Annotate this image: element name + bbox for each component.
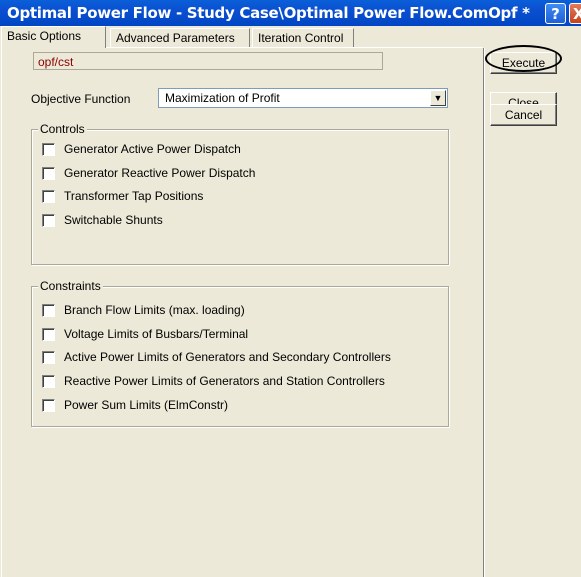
checkbox-label: Branch Flow Limits (max. loading) (64, 303, 245, 317)
close-window-button[interactable]: X (569, 3, 581, 24)
objective-function-value: Maximization of Profit (165, 91, 280, 105)
tab-strip: Basic Options Advanced Parameters Iterat… (0, 26, 480, 48)
checkbox-label: Power Sum Limits (ElmConstr) (64, 398, 229, 412)
title-bar[interactable]: Optimal Power Flow - Study Case\Optimal … (0, 0, 581, 26)
checkbox-branch-flow-limits[interactable] (42, 304, 55, 317)
cancel-button[interactable]: Cancel (490, 104, 557, 126)
help-button[interactable]: ? (545, 3, 566, 24)
dropdown-arrow-icon[interactable]: ▼ (430, 90, 446, 106)
checkbox-generator-reactive-power[interactable] (42, 167, 55, 180)
checkbox-switchable-shunts[interactable] (42, 214, 55, 227)
checkbox-power-sum-limits[interactable] (42, 399, 55, 412)
tab-basic-options[interactable]: Basic Options (1, 26, 106, 48)
checkbox-active-power-limits[interactable] (42, 351, 55, 364)
action-sidebar: Execute Close Cancel (485, 45, 581, 577)
checkbox-label: Voltage Limits of Busbars/Terminal (64, 327, 249, 341)
controls-group: Controls Generator Active Power Dispatch… (31, 122, 449, 265)
tab-iteration-control[interactable]: Iteration Control (252, 28, 354, 47)
checkbox-label: Transformer Tap Positions (64, 189, 204, 203)
window-title: Optimal Power Flow - Study Case\Optimal … (7, 4, 530, 22)
controls-group-title: Controls (38, 122, 87, 136)
tab-advanced-parameters[interactable]: Advanced Parameters (110, 28, 250, 47)
dialog-window: Optimal Power Flow - Study Case\Optimal … (0, 0, 581, 577)
constraints-group: Constraints Branch Flow Limits (max. loa… (31, 279, 449, 427)
checkbox-generator-active-power[interactable] (42, 143, 55, 156)
objective-function-select[interactable]: Maximization of Profit ▼ (158, 88, 448, 108)
objective-function-label: Objective Function (31, 92, 131, 106)
execute-button[interactable]: Execute (490, 52, 557, 74)
checkbox-reactive-power-limits[interactable] (42, 375, 55, 388)
checkbox-label: Switchable Shunts (64, 213, 163, 227)
constraints-group-title: Constraints (38, 279, 103, 293)
checkbox-label: Reactive Power Limits of Generators and … (64, 374, 385, 388)
checkbox-transformer-tap[interactable] (42, 190, 55, 203)
checkbox-label: Generator Reactive Power Dispatch (64, 166, 256, 180)
checkbox-label: Active Power Limits of Generators and Se… (64, 350, 391, 364)
checkbox-voltage-limits[interactable] (42, 328, 55, 341)
checkbox-label: Generator Active Power Dispatch (64, 142, 241, 156)
opf-path-field[interactable]: opf/cst (33, 52, 383, 70)
